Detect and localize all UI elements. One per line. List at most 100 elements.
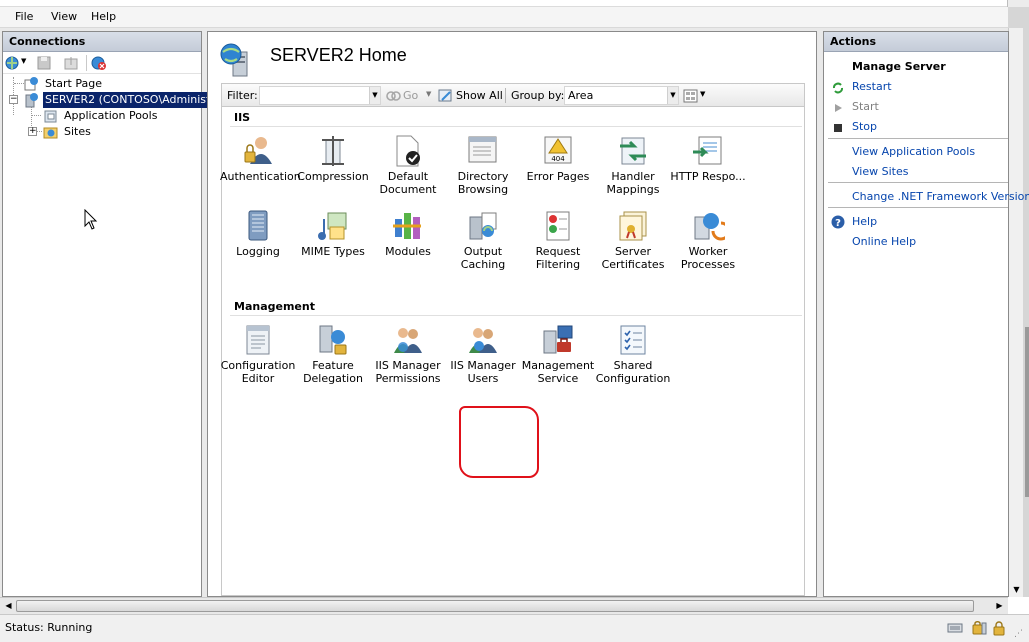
horizontal-scrollbar[interactable]: ◀ ▶ [0,597,1008,614]
tree-item-application-pools[interactable]: Application Pools [3,108,201,124]
action-view-application-pools[interactable]: View Application Pools [852,145,975,158]
group-by-dropdown-icon[interactable]: ▼ [667,87,678,104]
actions-panel: Actions Manage Server Restart Start Stop… [823,31,1029,597]
filter-bar: Filter: ▼ Go ▼ Show All Group by: Area ▼… [221,83,805,107]
tree-item-sites[interactable]: + Sites [3,124,201,140]
feature-delegation-icon [319,325,347,355]
status-bar: Status: Running ⋰ [0,614,1029,642]
scroll-thumb[interactable] [16,600,974,612]
features-view-panel: SERVER2 Home Filter: ▼ Go ▼ Show All Gro… [207,31,817,597]
feature-default-document[interactable]: Default Document [370,134,446,196]
feature-logging[interactable]: Logging [220,209,296,258]
feature-http-response-headers[interactable]: HTTP Respo... [670,134,746,183]
lock-icon [993,621,1005,636]
default-document-icon [396,135,420,167]
go-button[interactable]: Go [403,89,418,102]
feature-iis-manager-permissions[interactable]: IIS Manager Permissions [370,323,446,385]
feature-worker-processes[interactable]: Worker Processes [670,209,746,271]
menu-file[interactable]: File [15,10,33,23]
action-help[interactable]: Help [852,215,877,228]
restart-icon [833,82,843,94]
save-icon[interactable] [36,55,52,71]
tree-item-label: Start Page [45,77,102,90]
view-mode-dropdown-icon[interactable]: ▼ [700,90,705,98]
remote-connection-icon [972,621,987,635]
action-start[interactable]: Start [852,100,879,113]
network-icon [947,623,963,633]
feature-shared-configuration[interactable]: Shared Configuration [595,323,671,385]
feature-error-pages[interactable]: 404 Error Pages [520,134,596,183]
feature-management-service[interactable]: Management Service [520,323,596,385]
action-change-net-framework-version[interactable]: Change .NET Framework Version [852,190,1029,203]
scroll-left-arrow-icon[interactable]: ◀ [3,600,14,611]
feature-directory-browsing[interactable]: Directory Browsing [445,134,521,196]
section-title-iis: IIS [234,111,251,124]
svg-text:404: 404 [551,155,565,163]
filter-dropdown-icon[interactable]: ▼ [369,87,380,104]
tree-item-label: Application Pools [64,109,158,122]
expand-icon[interactable]: + [28,127,37,136]
directory-browsing-icon [468,136,497,163]
mouse-cursor-icon [84,209,98,230]
action-view-sites[interactable]: View Sites [852,165,908,178]
feature-configuration-editor[interactable]: Configuration Editor [220,323,296,385]
go-dropdown-icon[interactable]: ▼ [426,90,431,98]
feature-modules[interactable]: Modules [370,209,446,258]
handler-mappings-icon [620,137,646,165]
status-text: Status: Running [5,621,93,634]
tree-item-server2[interactable]: − SERVER2 (CONTOSO\Administra [3,92,224,108]
feature-output-caching[interactable]: Output Caching [445,209,521,271]
worker-processes-icon [694,213,725,241]
feature-feature-delegation[interactable]: Feature Delegation [295,323,371,385]
vertical-scrollbar[interactable]: ▼ [1008,28,1023,597]
feature-handler-mappings[interactable]: Handler Mappings [595,134,671,196]
show-all-button[interactable]: Show All [456,89,503,102]
tree-item-start-page[interactable]: Start Page [3,76,201,92]
connections-title: Connections [3,32,201,52]
page-title: SERVER2 Home [270,45,407,65]
sites-folder-icon [43,127,58,139]
menu-help[interactable]: Help [91,10,116,23]
show-all-icon [438,89,452,102]
server-certificates-icon [619,211,647,241]
view-mode-icon[interactable] [683,88,699,104]
connections-toolbar: ▼ [3,52,201,74]
feature-authentication[interactable]: Authentication [220,134,301,183]
actions-title: Actions [824,32,1008,52]
disconnect-icon[interactable] [91,55,107,71]
iis-manager-users-icon [469,328,497,353]
group-by-label: Group by: [511,89,565,102]
feature-compression[interactable]: Compression [295,134,371,183]
connections-panel: Connections ▼ Start Page − SERVER2 (CONT… [2,31,224,597]
action-restart[interactable]: Restart [852,80,892,93]
feature-server-certificates[interactable]: Server Certificates [595,209,671,271]
actions-group-title: Manage Server [852,60,946,73]
group-by-select[interactable]: Area ▼ [564,86,679,105]
connect-dropdown-icon[interactable]: ▼ [21,57,26,65]
server-icon [25,93,38,108]
feature-mime-types[interactable]: MIME Types [295,209,371,258]
section-title-management: Management [234,300,315,313]
filter-input[interactable]: ▼ [259,86,381,105]
iis-manager-permissions-icon [394,328,422,353]
up-icon[interactable] [63,55,79,71]
go-icon [386,91,401,101]
feature-request-filtering[interactable]: Request Filtering [520,209,596,271]
features-content: IIS Authentication Compression Default D… [220,107,805,596]
scroll-right-arrow-icon[interactable]: ▶ [994,600,1005,611]
action-stop[interactable]: Stop [852,120,877,133]
start-page-icon [24,77,38,91]
request-filtering-icon [546,211,570,241]
tree-item-label: SERVER2 (CONTOSO\Administra [43,92,224,108]
scroll-down-arrow-icon[interactable]: ▼ [1011,584,1022,595]
help-icon: ? [831,215,845,229]
feature-iis-manager-users[interactable]: IIS Manager Users [445,323,521,385]
tree-item-label: Sites [64,125,91,138]
action-online-help[interactable]: Online Help [852,235,916,248]
menu-view[interactable]: View [51,10,77,23]
filter-label: Filter: [227,89,258,102]
authentication-icon [244,137,272,164]
resize-grip-icon[interactable]: ⋰ [1014,629,1023,639]
collapse-icon[interactable]: − [9,95,18,104]
connect-globe-icon[interactable] [5,55,21,71]
